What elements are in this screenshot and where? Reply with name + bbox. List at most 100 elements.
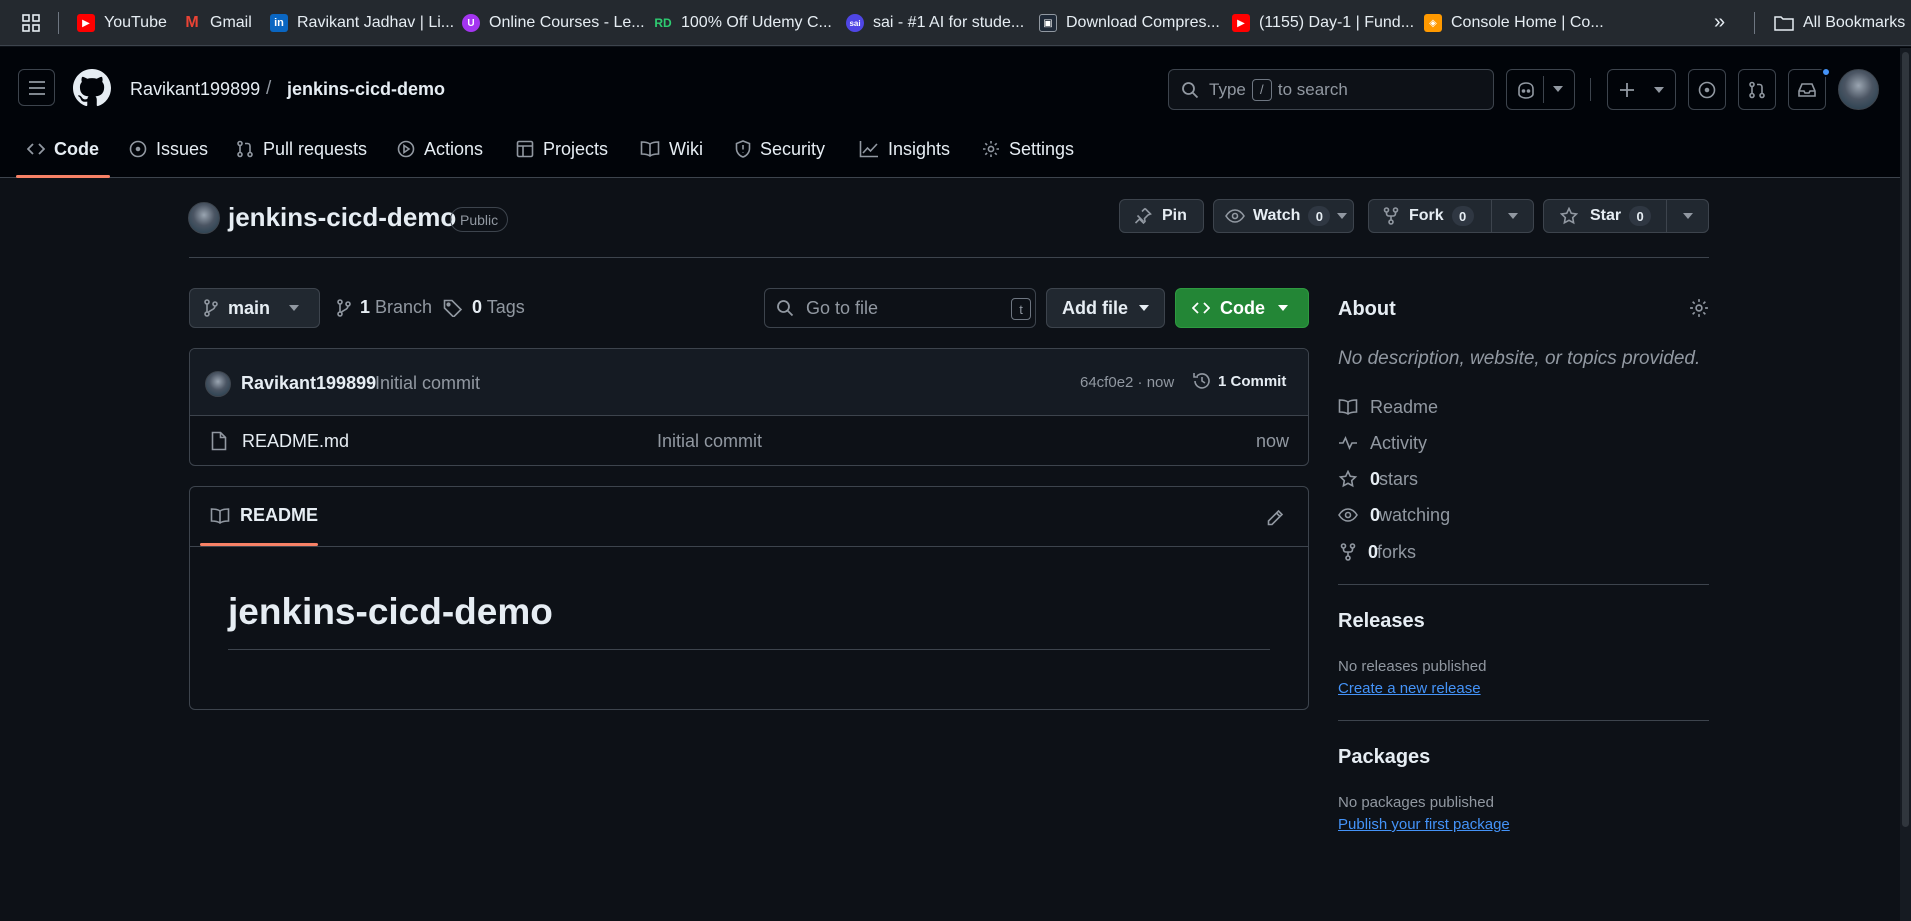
commit-hash[interactable]: 64cf0e2 · now [1080,374,1174,391]
bookmark-label: Console Home | Co... [1451,14,1604,31]
branch-icon [204,299,218,317]
tab-settings[interactable]: Settings [982,128,1074,170]
about-stars-link[interactable]: 0 stars [1338,467,1418,491]
bookmarks-separator [1754,12,1755,34]
commit-author-avatar[interactable] [205,371,231,397]
breadcrumb-owner[interactable]: Ravikant199899 [130,79,260,100]
search-placeholder-suffix: to search [1277,79,1348,99]
tab-label: Settings [1009,138,1075,159]
fork-button-group: Fork 0 [1368,199,1534,233]
table-icon [516,140,534,158]
bookmark-label: Download Compres... [1066,14,1220,31]
copilot-icon[interactable] [1516,81,1536,99]
repo-owner-avatar[interactable] [188,202,220,234]
pin-button[interactable]: Pin [1119,199,1204,233]
tab-projects[interactable]: Projects [516,128,608,170]
tags-link[interactable]: 0 Tags [443,297,525,318]
bookmark-youtube[interactable]: ▶ YouTube [77,0,167,46]
bookmarks-bar: ▶ YouTube M Gmail in Ravikant Jadhav | L… [0,0,1911,46]
fork-count: 0 [1451,206,1474,226]
bookmark-sai[interactable]: sai sai - #1 AI for stude... [846,0,1024,46]
readme-header-divider [190,546,1308,547]
forks-label: forks [1377,541,1417,562]
image-icon: ▣ [1039,14,1057,32]
tab-code[interactable]: Code [27,128,99,170]
tab-security[interactable]: Security [735,128,825,170]
commit-author[interactable]: Ravikant199899 [241,373,376,394]
create-new-button[interactable] [1607,69,1676,110]
watch-button[interactable]: Watch 0 [1213,199,1354,233]
menu-button[interactable] [18,69,55,106]
publish-package-link[interactable]: Publish your first package [1338,816,1510,833]
search-placeholder-prefix: Type [1209,79,1246,99]
chevron-down-icon[interactable] [1508,213,1518,219]
issue-icon [129,140,147,158]
tab-actions[interactable]: Actions [397,128,483,170]
commit-message[interactable]: Initial commit [375,373,480,394]
chevron-down-icon[interactable] [1553,86,1563,92]
pull-requests-button[interactable] [1738,69,1776,110]
bookmark-day-1[interactable]: ▶ (1155) Day-1 | Fund... [1232,0,1414,46]
about-readme-link[interactable]: Readme [1338,395,1438,419]
file-name[interactable]: README.md [242,431,349,452]
bookmark-online-courses[interactable]: U Online Courses - Le... [462,0,645,46]
packages-title[interactable]: Packages [1338,746,1430,769]
commits-history-link[interactable]: 1 Commit [1192,371,1286,391]
code-dropdown-button[interactable]: Code [1175,288,1309,328]
tag-icon [443,299,463,317]
star-label[interactable]: Star [1590,207,1621,225]
play-icon [397,140,415,158]
bookmark-aws-console[interactable]: ◈ Console Home | Co... [1424,0,1604,46]
edit-readme-button[interactable] [1260,503,1290,533]
tab-wiki[interactable]: Wiki [640,128,703,170]
bookmark-gmail[interactable]: M Gmail [183,0,251,46]
avatar[interactable] [1838,69,1879,110]
watch-label: Watch [1253,207,1301,224]
bookmark-linkedin[interactable]: in Ravikant Jadhav | Li... [270,0,454,46]
about-settings-button[interactable] [1689,298,1709,318]
star-icon[interactable] [1560,207,1578,225]
about-activity-link[interactable]: Activity [1338,431,1427,455]
star-button-group: Star 0 [1543,199,1709,233]
branches-link[interactable]: 1 Branch [337,297,432,318]
go-to-file-input[interactable]: Go to file t [764,288,1036,328]
all-bookmarks-button[interactable]: All Bookmarks [1774,0,1905,46]
fork-label[interactable]: Fork [1409,207,1444,225]
branch-select-button[interactable]: main [189,288,320,328]
breadcrumb-repo[interactable]: jenkins-cicd-demo [287,79,445,100]
stars-label: stars [1379,468,1419,489]
github-logo-icon[interactable] [73,69,111,107]
inbox-button[interactable] [1788,69,1826,110]
tab-issues[interactable]: Issues [129,128,208,170]
about-watching-link[interactable]: 0 watching [1338,503,1450,527]
tab-insights[interactable]: Insights [859,128,950,170]
pencil-icon [1266,509,1284,527]
fork-icon[interactable] [1383,207,1399,225]
repo-title[interactable]: jenkins-cicd-demo [228,202,456,233]
about-forks-link[interactable]: 0 forks [1338,540,1416,564]
linkedin-icon: in [270,14,288,32]
chevron-down-icon[interactable] [1683,213,1693,219]
create-release-link[interactable]: Create a new release [1338,680,1481,697]
book-icon [1338,399,1358,415]
add-file-button[interactable]: Add file [1046,288,1165,328]
tab-label: Actions [424,138,484,159]
fork-icon [1338,543,1356,561]
chevron-down-icon [1139,305,1149,311]
apps-grid-icon[interactable] [22,14,40,32]
bookmark-download-compress[interactable]: ▣ Download Compres... [1039,0,1220,46]
global-search-input[interactable]: Type / to search [1168,69,1494,110]
tab-pull-requests[interactable]: Pull requests [236,128,367,170]
scrollbar-track [1900,48,1911,921]
bookmark-udemy-free[interactable]: RD 100% Off Udemy C... [654,0,832,46]
eye-icon [1225,209,1245,223]
breadcrumb-separator: / [266,78,272,99]
releases-title[interactable]: Releases [1338,610,1425,633]
readme-panel: README jenkins-cicd-demo [189,486,1309,710]
file-commit-message[interactable]: Initial commit [657,431,762,452]
bookmarks-more-button[interactable]: » [1714,11,1725,34]
scrollbar-thumb[interactable] [1902,52,1909,827]
issues-button[interactable] [1688,69,1726,110]
readme-tab[interactable]: README [210,505,318,526]
star-icon [1338,470,1358,488]
